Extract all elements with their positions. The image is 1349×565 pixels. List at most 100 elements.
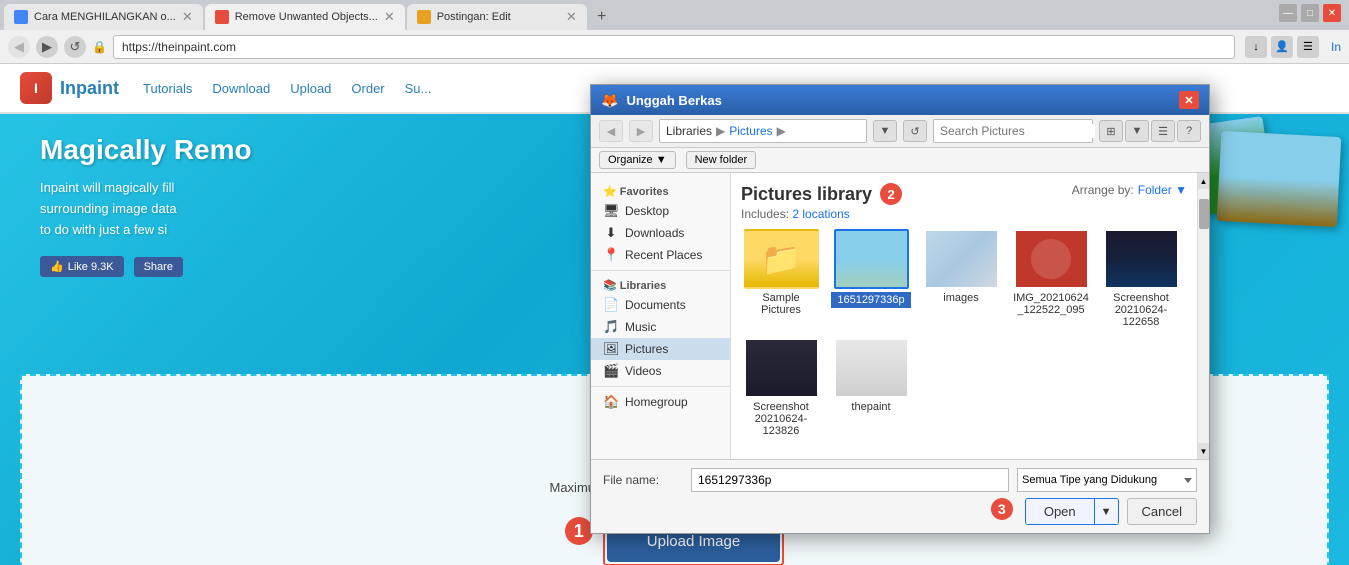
search-input[interactable] (940, 124, 1095, 138)
inpaint-logo: I Inpaint (20, 72, 119, 104)
dialog-close-button[interactable]: ✕ (1179, 91, 1199, 109)
url-box[interactable]: https://theinpaint.com (113, 35, 1235, 59)
file-thumb-screenshot1 (1104, 229, 1179, 289)
share-button[interactable]: Share (134, 257, 183, 277)
library-locations-link[interactable]: 2 locations (792, 207, 849, 221)
refresh-button[interactable]: ↺ (64, 36, 86, 58)
back-button[interactable]: ◀ (8, 36, 30, 58)
refresh-location-button[interactable]: ↺ (903, 120, 927, 142)
sidebar-downloads[interactable]: ⬇ Downloads (591, 222, 730, 244)
file-item-thepaint[interactable]: thepaint (831, 338, 911, 437)
like-count: Like 9.3K (68, 261, 114, 273)
tab-1[interactable]: Cara MENGHILANGKAN o... ✕ (4, 4, 203, 30)
dialog-forward-button[interactable]: ▶ (629, 120, 653, 142)
like-button[interactable]: 👍 Like 9.3K (40, 256, 124, 277)
file-label-screenshot2: Screenshot 20210624-123826 (741, 401, 821, 437)
thumb-image-3 (1016, 231, 1087, 287)
file-label-1: Sample Pictures (741, 292, 821, 316)
tab-label-1: Cara MENGHILANGKAN o... (34, 11, 176, 23)
sign-in-button[interactable]: In (1331, 40, 1341, 54)
file-label-thepaint: thepaint (831, 401, 911, 413)
help-btn[interactable]: ? (1177, 120, 1201, 142)
file-thumb-selected (834, 229, 909, 289)
close-button[interactable]: ✕ (1323, 4, 1341, 22)
nav-order[interactable]: Order (351, 81, 384, 96)
nav-download[interactable]: Download (212, 81, 270, 96)
file-item-img2021[interactable]: IMG_20210624_122522_095 (1011, 229, 1091, 328)
nav-tutorials[interactable]: Tutorials (143, 81, 192, 96)
dialog-firefox-icon: 🦊 (601, 92, 618, 109)
breadcrumb-sep-1: ▶ (716, 124, 725, 138)
dialog-sidebar: ⭐ Favorites 🖥 Desktop ⬇ Downloads 📍 (591, 173, 731, 459)
scroll-up-button[interactable]: ▲ (1198, 173, 1209, 189)
recent-icon: 📍 (603, 247, 619, 263)
sidebar-documents[interactable]: 📄 Documents (591, 294, 730, 316)
sidebar-music[interactable]: 🎵 Music (591, 316, 730, 338)
file-item-1651297336p[interactable]: 1651297336p (831, 229, 911, 328)
arrange-value[interactable]: Folder ▼ (1138, 183, 1187, 197)
open-button[interactable]: Open (1026, 499, 1095, 524)
new-folder-button[interactable]: New folder (686, 151, 757, 169)
tab-close-1[interactable]: ✕ (182, 9, 193, 25)
step-number-3: 3 (991, 498, 1013, 520)
view-buttons: ⊞ ▼ ☰ ? (1099, 120, 1201, 142)
sidebar-recent[interactable]: 📍 Recent Places (591, 244, 730, 266)
view-btn-list[interactable]: ☰ (1151, 120, 1175, 142)
breadcrumb-dropdown-button[interactable]: ▼ (873, 120, 897, 142)
scroll-thumb[interactable] (1199, 199, 1209, 229)
tab-3[interactable]: Postingan: Edit ✕ (407, 4, 587, 30)
tab-favicon-1 (14, 10, 28, 24)
cancel-button[interactable]: Cancel (1127, 498, 1197, 525)
tab-close-2[interactable]: ✕ (384, 9, 395, 25)
tab-close-3[interactable]: ✕ (566, 9, 577, 25)
file-label-selected: 1651297336p (831, 292, 911, 308)
sidebar-videos[interactable]: 🎬 Videos (591, 360, 730, 382)
open-dropdown-button[interactable]: ▼ (1095, 499, 1118, 524)
ext-icon-2[interactable]: 👤 (1271, 36, 1293, 58)
tab-favicon-2 (215, 10, 229, 24)
nav-su[interactable]: Su... (405, 81, 432, 96)
arrange-by: Arrange by: Folder ▼ (1072, 183, 1187, 197)
thumb-image-1 (836, 231, 907, 287)
dialog-back-button[interactable]: ◀ (599, 120, 623, 142)
file-item-images[interactable]: images (921, 229, 1001, 328)
file-item-sample-pictures[interactable]: 📁 Sample Pictures (741, 229, 821, 328)
breadcrumb-libraries[interactable]: Libraries (666, 124, 712, 138)
organize-button[interactable]: Organize ▼ (599, 151, 676, 169)
filename-row: File name: Semua Tipe yang Didukung (603, 468, 1197, 492)
filename-label: File name: (603, 473, 683, 487)
forward-button[interactable]: ▶ (36, 36, 58, 58)
file-item-screenshot1[interactable]: Screenshot 20210624-122658 (1101, 229, 1181, 328)
tab-bar: Cara MENGHILANGKAN o... ✕ Remove Unwante… (0, 0, 1349, 30)
sidebar-desktop[interactable]: 🖥 Desktop (591, 200, 730, 222)
sidebar-divider-1 (591, 270, 730, 271)
file-thumb-img2021 (1014, 229, 1089, 289)
breadcrumb-pictures[interactable]: Pictures (729, 124, 772, 138)
filename-input[interactable] (691, 468, 1009, 492)
minimize-button[interactable]: — (1279, 4, 1297, 22)
sidebar-homegroup[interactable]: 🏠 Homegroup (591, 391, 730, 413)
file-item-screenshot2[interactable]: Screenshot 20210624-123826 (741, 338, 821, 437)
filetype-select[interactable]: Semua Tipe yang Didukung (1017, 468, 1197, 492)
scroll-track (1198, 189, 1209, 443)
thumb-image-5 (746, 340, 817, 396)
sidebar-pictures[interactable]: 🖼 Pictures (591, 338, 730, 360)
sidebar-documents-label: Documents (625, 298, 686, 312)
ext-icon-1[interactable]: ↓ (1245, 36, 1267, 58)
tab-2[interactable]: Remove Unwanted Objects... ✕ (205, 4, 405, 30)
new-tab-button[interactable]: + (589, 4, 615, 30)
nav-upload[interactable]: Upload (290, 81, 331, 96)
maximize-button[interactable]: □ (1301, 4, 1319, 22)
view-btn-down[interactable]: ▼ (1125, 120, 1149, 142)
pictures-icon: 🖼 (603, 341, 619, 357)
view-btn-grid[interactable]: ⊞ (1099, 120, 1123, 142)
step-number-1: 1 (565, 517, 593, 545)
library-sub: Includes: 2 locations (741, 207, 1187, 221)
dialog-title: Unggah Berkas (626, 93, 1171, 108)
favorites-section: ⭐ Favorites 🖥 Desktop ⬇ Downloads 📍 (591, 181, 730, 266)
scroll-down-button[interactable]: ▼ (1198, 443, 1209, 459)
music-icon: 🎵 (603, 319, 619, 335)
videos-icon: 🎬 (603, 363, 619, 379)
file-grid-wrapper: Pictures library 2 Includes: 2 locations… (731, 173, 1209, 459)
ext-icon-3[interactable]: ☰ (1297, 36, 1319, 58)
